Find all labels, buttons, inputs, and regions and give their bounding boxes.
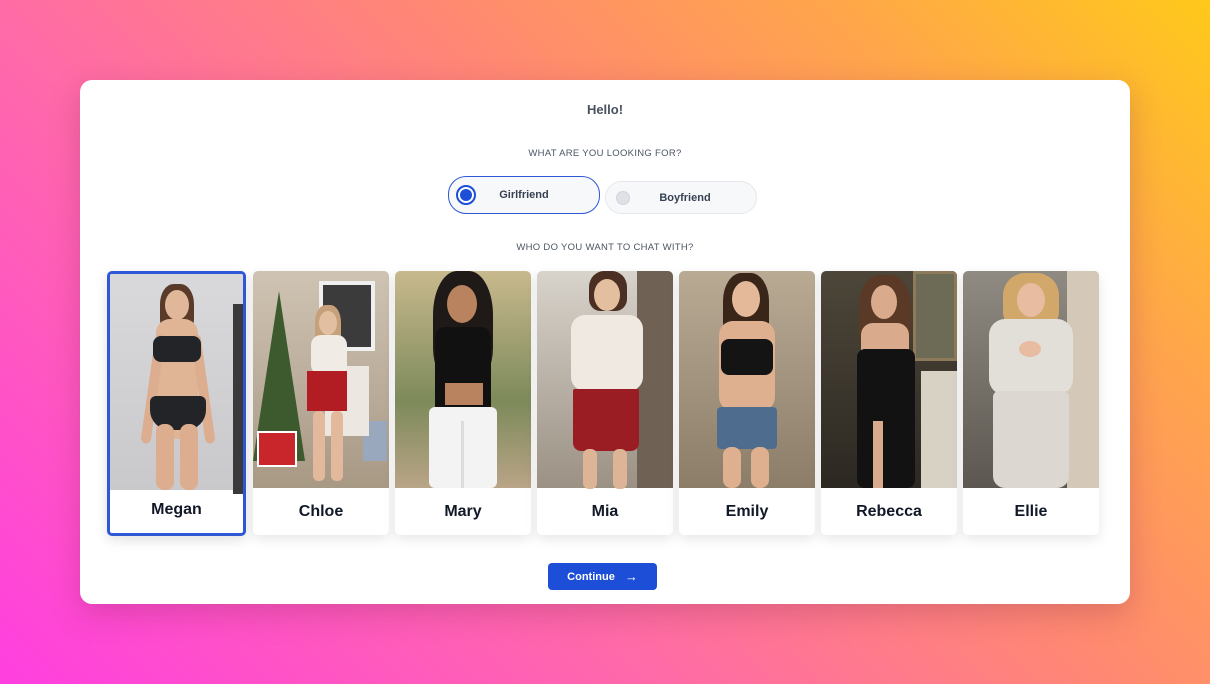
character-card-mary[interactable]: Mary — [395, 271, 531, 535]
character-photo — [537, 271, 673, 489]
character-name: Ellie — [1014, 502, 1048, 520]
character-card-rebecca[interactable]: Rebecca — [821, 271, 957, 535]
character-card-megan[interactable]: Megan — [107, 271, 246, 536]
looking-for-label: WHAT ARE YOU LOOKING FOR? — [528, 148, 682, 159]
character-photo — [110, 274, 243, 494]
continue-label: Continue — [567, 570, 615, 583]
character-photo — [963, 271, 1099, 488]
greeting-title: Hello! — [586, 102, 624, 117]
onboarding-card: Hello! WHAT ARE YOU LOOKING FOR? Girlfri… — [80, 80, 1130, 604]
character-name: Mary — [444, 502, 482, 520]
chat-with-label: WHO DO YOU WANT TO CHAT WITH? — [516, 242, 694, 253]
character-name: Mia — [591, 502, 619, 520]
boyfriend-option[interactable]: Boyfriend — [605, 181, 757, 214]
character-name: Megan — [151, 500, 202, 518]
character-name: Emily — [725, 502, 769, 520]
character-card-mia[interactable]: Mia — [537, 271, 673, 535]
character-name: Chloe — [298, 502, 344, 520]
character-photo — [253, 271, 389, 488]
girlfriend-label: Girlfriend — [499, 189, 549, 201]
character-card-emily[interactable]: Emily — [679, 271, 815, 535]
character-card-ellie[interactable]: Ellie — [963, 271, 1099, 535]
character-photo — [821, 271, 957, 488]
boyfriend-label: Boyfriend — [659, 191, 711, 204]
character-photo — [395, 271, 531, 488]
character-name: Rebecca — [856, 502, 922, 520]
character-photo — [679, 271, 815, 488]
girlfriend-option[interactable]: Girlfriend — [448, 176, 600, 214]
character-card-chloe[interactable]: Chloe — [253, 271, 389, 535]
arrow-right-icon: → — [624, 569, 638, 584]
continue-button[interactable]: Continue → — [548, 563, 657, 590]
